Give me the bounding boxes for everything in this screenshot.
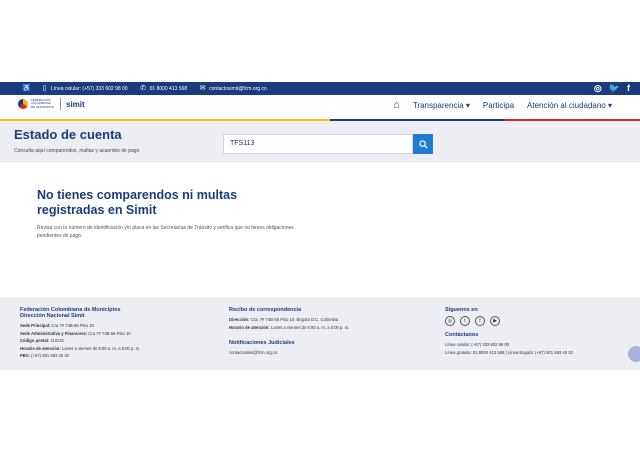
nav-transparencia[interactable]: Transparencia ▾ (413, 101, 470, 110)
page-subtitle: Consulta aquí comparendos, multas y acue… (14, 148, 140, 154)
logo-mark-icon (18, 99, 28, 109)
logo-text: FEDERACIÓN COLOMBIANA DE MUNICIPIOS (31, 97, 54, 109)
footer-org-title: Federación Colombiana de Municipios Dire… (20, 307, 121, 319)
phone-free-link[interactable]: ✆ 01 8000 413 568 (140, 85, 188, 92)
footer-contact-title: Contáctanos (445, 332, 479, 338)
twitter-icon[interactable]: t (460, 316, 470, 326)
footer-line: Dirección: Cra. 7# 74B-56 Piso 10. Bogot… (229, 317, 339, 322)
facebook-icon[interactable]: f (475, 316, 485, 326)
nav-participa[interactable]: Participa (483, 101, 514, 110)
footer-mail-title: Recibo de correspondencia (229, 307, 302, 313)
accessibility-button[interactable]: ♿ (22, 85, 31, 92)
footer-follow-title: Síguenos en (445, 307, 478, 313)
footer-social-icons: ◎ t f ▶ (445, 316, 573, 326)
search-button[interactable] (413, 134, 433, 154)
facebook-icon[interactable]: f (627, 83, 630, 94)
site-header: FEDERACIÓN COLOMBIANA DE MUNICIPIOS simi… (0, 95, 640, 119)
footer-col-social: Síguenos en ◎ t f ▶ Contáctanos Línea ce… (445, 307, 573, 356)
instagram-icon[interactable]: ◎ (594, 83, 602, 94)
email-link[interactable]: ✉ contactosimit@fcm.org.co (199, 85, 267, 92)
footer-line: Sede Principal: Cra 7# 74B-56 Piso 10 (20, 323, 94, 328)
email-text: contactosimit@fcm.org.co (209, 85, 267, 92)
footer-col-federacion: Federación Colombiana de Municipios Dire… (20, 307, 140, 360)
site-logo[interactable]: FEDERACIÓN COLOMBIANA DE MUNICIPIOS simi… (18, 98, 85, 110)
site-footer: Federación Colombiana de Municipios Dire… (0, 297, 640, 370)
accessibility-icon: ♿ (22, 85, 31, 92)
footer-line: PBX: (+57) 601 593 40 20 (20, 353, 70, 358)
result-title: No tienes comparendos ni multas registra… (37, 188, 238, 217)
footer-line: Línea celular: (+57) 333 602 98 00 (445, 342, 510, 347)
main-nav: ⌂ Transparencia ▾ Participa Atención al … (393, 100, 612, 111)
page-title: Estado de cuenta (14, 127, 122, 142)
twitter-icon[interactable]: 🐦 (609, 83, 620, 94)
phone-cell-link[interactable]: ▯ Línea celular: (+57) 333 602 98 00 (41, 85, 128, 92)
search-input[interactable]: TFS113 (223, 134, 413, 154)
mail-icon: ✉ (199, 85, 206, 92)
page: ♿ ▯ Línea celular: (+57) 333 602 98 00 ✆… (0, 0, 640, 452)
footer-judicial-title: Notificaciones Judiciales (229, 340, 295, 346)
youtube-icon[interactable]: ▶ (490, 316, 500, 326)
footer-line: Sede Administrativa y Financiera: Cra 7#… (20, 330, 131, 336)
footer-line: Horario de atención: Lunes a viernes de … (229, 324, 350, 330)
social-links: ◎ 🐦 f (594, 83, 630, 94)
phone-cell-text: Línea celular: (+57) 333 602 98 00 (51, 85, 128, 92)
account-status-section: Estado de cuenta Consulta aquí comparend… (0, 121, 640, 163)
nav-atencion[interactable]: Atención al ciudadano ▾ (527, 101, 612, 110)
search-icon (418, 139, 428, 149)
top-info-bar: ♿ ▯ Línea celular: (+57) 333 602 98 00 ✆… (0, 82, 640, 95)
footer-judicial-email[interactable]: contactosimit@fcm.org.co (229, 349, 349, 357)
telephone-icon: ✆ (140, 85, 147, 92)
phone-icon: ▯ (42, 85, 47, 92)
home-icon[interactable]: ⌂ (393, 100, 400, 111)
logo-divider (60, 98, 61, 110)
footer-line: Código postal: 110231 (20, 338, 65, 343)
footer-line: Horario de atención: Lunes a viernes de … (20, 345, 141, 351)
phone-free-text: 01 8000 413 568 (149, 85, 188, 92)
result-body: Revisa con tu número de identificación y… (37, 225, 294, 239)
footer-col-correspondencia: Recibo de correspondencia Dirección: Cra… (229, 307, 349, 357)
chat-widget-button[interactable] (628, 346, 640, 362)
footer-line: Línea gratuita: 01 8000 413 568 | Línea … (445, 349, 573, 355)
instagram-icon[interactable]: ◎ (445, 316, 455, 326)
logo-brand: simit (66, 99, 85, 109)
